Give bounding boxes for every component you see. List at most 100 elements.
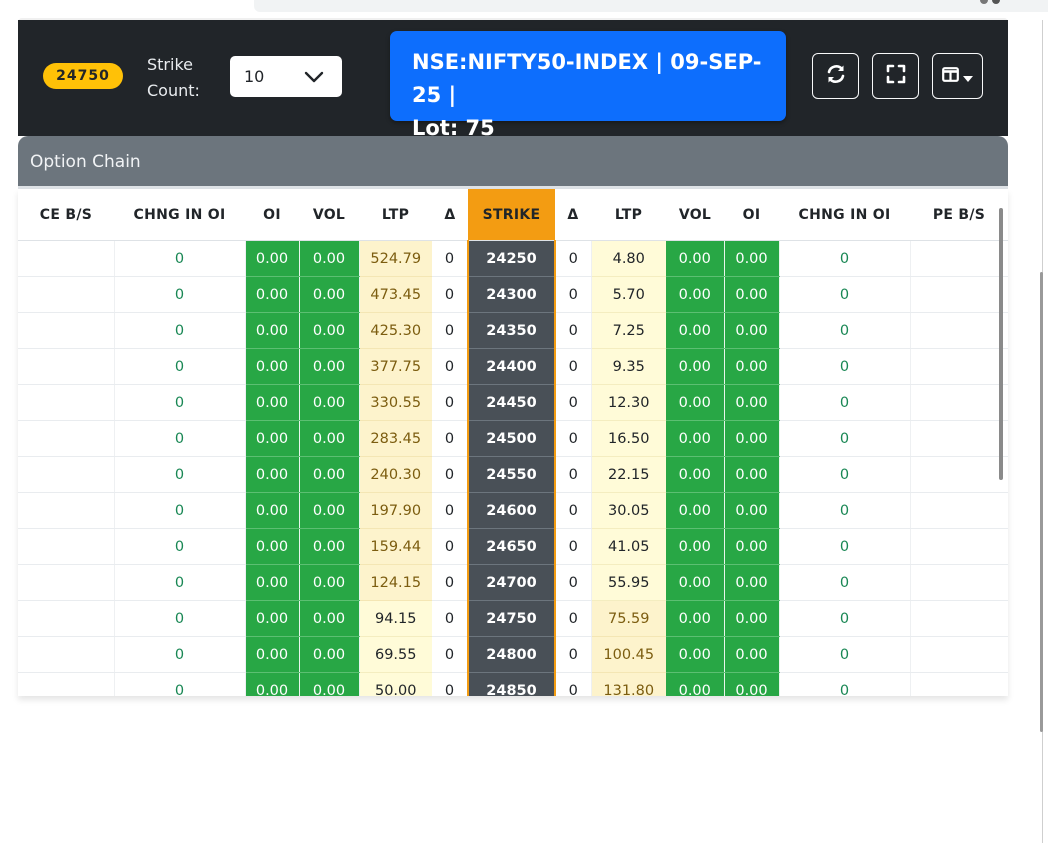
strike-cell: 24450 xyxy=(467,384,556,421)
columns-dropdown-button[interactable] xyxy=(932,53,983,99)
option-row[interactable]: 0 0.00 0.00 69.55 0 24800 0 100.45 0.00 0.00 0 xyxy=(18,636,1008,673)
ce-ltp-cell: 94.15 xyxy=(359,600,432,637)
pe-oi-cell: 0.00 xyxy=(724,672,780,696)
ce-oi-cell: 0.00 xyxy=(245,312,300,349)
pe-buy-sell-cell[interactable] xyxy=(910,600,1008,637)
pe-oi-cell: 0.00 xyxy=(724,384,780,421)
option-row[interactable]: 0 0.00 0.00 50.00 0 24850 0 131.80 0.00 0.00 0 xyxy=(18,672,1008,696)
refresh-button[interactable] xyxy=(812,53,859,99)
pe-change-oi-cell: 0 xyxy=(779,240,911,277)
pe-oi-cell: 0.00 xyxy=(724,420,780,457)
option-row[interactable]: 0 0.00 0.00 197.90 0 24600 0 30.05 0.00 0.00 0 xyxy=(18,492,1008,529)
pe-change-oi-cell: 0 xyxy=(779,564,911,601)
strike-cell: 24400 xyxy=(467,348,556,385)
pe-volume-cell: 0.00 xyxy=(666,348,725,385)
pe-delta-cell: 0 xyxy=(555,456,592,493)
pe-buy-sell-cell[interactable] xyxy=(910,420,1008,457)
ce-change-oi-cell: 0 xyxy=(114,492,246,529)
pe-change-oi-cell: 0 xyxy=(779,276,911,313)
option-row[interactable]: 0 0.00 0.00 94.15 0 24750 0 75.59 0.00 0.00 0 xyxy=(18,600,1008,637)
pe-buy-sell-cell[interactable] xyxy=(910,240,1008,277)
ce-delta-cell: 0 xyxy=(432,348,469,385)
option-row[interactable]: 0 0.00 0.00 159.44 0 24650 0 41.05 0.00 0.00 0 xyxy=(18,528,1008,565)
option-chain-toolbar: 24750 Strike Count: 10 NSE:NIFTY50-INDEX… xyxy=(18,20,1008,140)
pe-ltp-cell: 131.80 xyxy=(591,672,666,696)
strike-cell: 24850 xyxy=(467,672,556,696)
pe-volume-cell: 0.00 xyxy=(666,672,725,696)
pe-oi-cell: 0.00 xyxy=(724,456,780,493)
ce-change-oi-cell: 0 xyxy=(114,348,246,385)
pe-change-oi-cell: 0 xyxy=(779,528,911,565)
col-strike: STRIKE xyxy=(468,189,555,241)
pe-buy-sell-cell[interactable] xyxy=(910,384,1008,421)
spot-price-badge: 24750 xyxy=(43,63,123,89)
browser-extension-icon[interactable] xyxy=(980,0,988,4)
ce-buy-sell-cell[interactable] xyxy=(18,528,115,565)
pe-volume-cell: 0.00 xyxy=(666,456,725,493)
pe-buy-sell-cell[interactable] xyxy=(910,276,1008,313)
pe-buy-sell-cell[interactable] xyxy=(910,456,1008,493)
pe-ltp-cell: 7.25 xyxy=(591,312,666,349)
pe-buy-sell-cell[interactable] xyxy=(910,672,1008,696)
ce-buy-sell-cell[interactable] xyxy=(18,240,115,277)
pe-delta-cell: 0 xyxy=(555,492,592,529)
ce-ltp-cell: 197.90 xyxy=(359,492,432,529)
option-row[interactable]: 0 0.00 0.00 473.45 0 24300 0 5.70 0.00 0.00 0 xyxy=(18,276,1008,313)
ce-buy-sell-cell[interactable] xyxy=(18,456,115,493)
option-row[interactable]: 0 0.00 0.00 240.30 0 24550 0 22.15 0.00 0.00 0 xyxy=(18,456,1008,493)
ce-buy-sell-cell[interactable] xyxy=(18,564,115,601)
browser-address-bar[interactable] xyxy=(254,0,1048,12)
option-row[interactable]: 0 0.00 0.00 377.75 0 24400 0 9.35 0.00 0.00 0 xyxy=(18,348,1008,385)
ce-buy-sell-cell[interactable] xyxy=(18,600,115,637)
pe-change-oi-cell: 0 xyxy=(779,420,911,457)
ce-buy-sell-cell[interactable] xyxy=(18,420,115,457)
option-row[interactable]: 0 0.00 0.00 124.15 0 24700 0 55.95 0.00 0.00 0 xyxy=(18,564,1008,601)
ce-delta-cell: 0 xyxy=(432,240,469,277)
option-chain-title: Option Chain xyxy=(18,136,1008,186)
ce-volume-cell: 0.00 xyxy=(299,636,360,673)
option-row[interactable]: 0 0.00 0.00 330.55 0 24450 0 12.30 0.00 0.00 0 xyxy=(18,384,1008,421)
fullscreen-button[interactable] xyxy=(872,53,919,99)
pe-ltp-cell: 4.80 xyxy=(591,240,666,277)
pe-buy-sell-cell[interactable] xyxy=(910,492,1008,529)
columns-icon xyxy=(942,66,959,86)
table-scrollbar[interactable] xyxy=(999,208,1003,480)
pe-buy-sell-cell[interactable] xyxy=(910,564,1008,601)
pe-buy-sell-cell[interactable] xyxy=(910,636,1008,673)
pe-volume-cell: 0.00 xyxy=(666,384,725,421)
pe-buy-sell-cell[interactable] xyxy=(910,348,1008,385)
caret-down-icon xyxy=(963,67,973,86)
pe-change-oi-cell: 0 xyxy=(779,600,911,637)
page-scrollbar[interactable] xyxy=(1040,272,1043,732)
pe-ltp-cell: 22.15 xyxy=(591,456,666,493)
col-pe-ltp: LTP xyxy=(591,189,666,241)
col-ce-oi: OI xyxy=(245,189,299,241)
ce-buy-sell-cell[interactable] xyxy=(18,492,115,529)
ce-change-oi-cell: 0 xyxy=(114,420,246,457)
ce-change-oi-cell: 0 xyxy=(114,528,246,565)
pe-delta-cell: 0 xyxy=(555,276,592,313)
ce-delta-cell: 0 xyxy=(432,312,469,349)
ce-buy-sell-cell[interactable] xyxy=(18,348,115,385)
pe-delta-cell: 0 xyxy=(555,348,592,385)
ce-delta-cell: 0 xyxy=(432,672,469,696)
ce-buy-sell-cell[interactable] xyxy=(18,636,115,673)
pe-delta-cell: 0 xyxy=(555,384,592,421)
browser-profile-icon[interactable] xyxy=(992,0,1000,4)
ce-volume-cell: 0.00 xyxy=(299,276,360,313)
pe-buy-sell-cell[interactable] xyxy=(910,528,1008,565)
pe-buy-sell-cell[interactable] xyxy=(910,312,1008,349)
ce-volume-cell: 0.00 xyxy=(299,348,360,385)
ce-buy-sell-cell[interactable] xyxy=(18,384,115,421)
option-row[interactable]: 0 0.00 0.00 425.30 0 24350 0 7.25 0.00 0.00 0 xyxy=(18,312,1008,349)
option-row[interactable]: 0 0.00 0.00 283.45 0 24500 0 16.50 0.00 0.00 0 xyxy=(18,420,1008,457)
option-row[interactable]: 0 0.00 0.00 524.79 0 24250 0 4.80 0.00 0.00 0 xyxy=(18,240,1008,277)
ce-buy-sell-cell[interactable] xyxy=(18,276,115,313)
option-chain-table-container[interactable]: CE B/S CHNG IN OI OI VOL LTP Δ STRIKE Δ … xyxy=(18,189,1008,696)
ce-buy-sell-cell[interactable] xyxy=(18,312,115,349)
strike-count-select[interactable]: 10 xyxy=(230,56,342,97)
pe-change-oi-cell: 0 xyxy=(779,672,911,696)
pe-delta-cell: 0 xyxy=(555,312,592,349)
ce-volume-cell: 0.00 xyxy=(299,492,360,529)
ce-buy-sell-cell[interactable] xyxy=(18,672,115,696)
